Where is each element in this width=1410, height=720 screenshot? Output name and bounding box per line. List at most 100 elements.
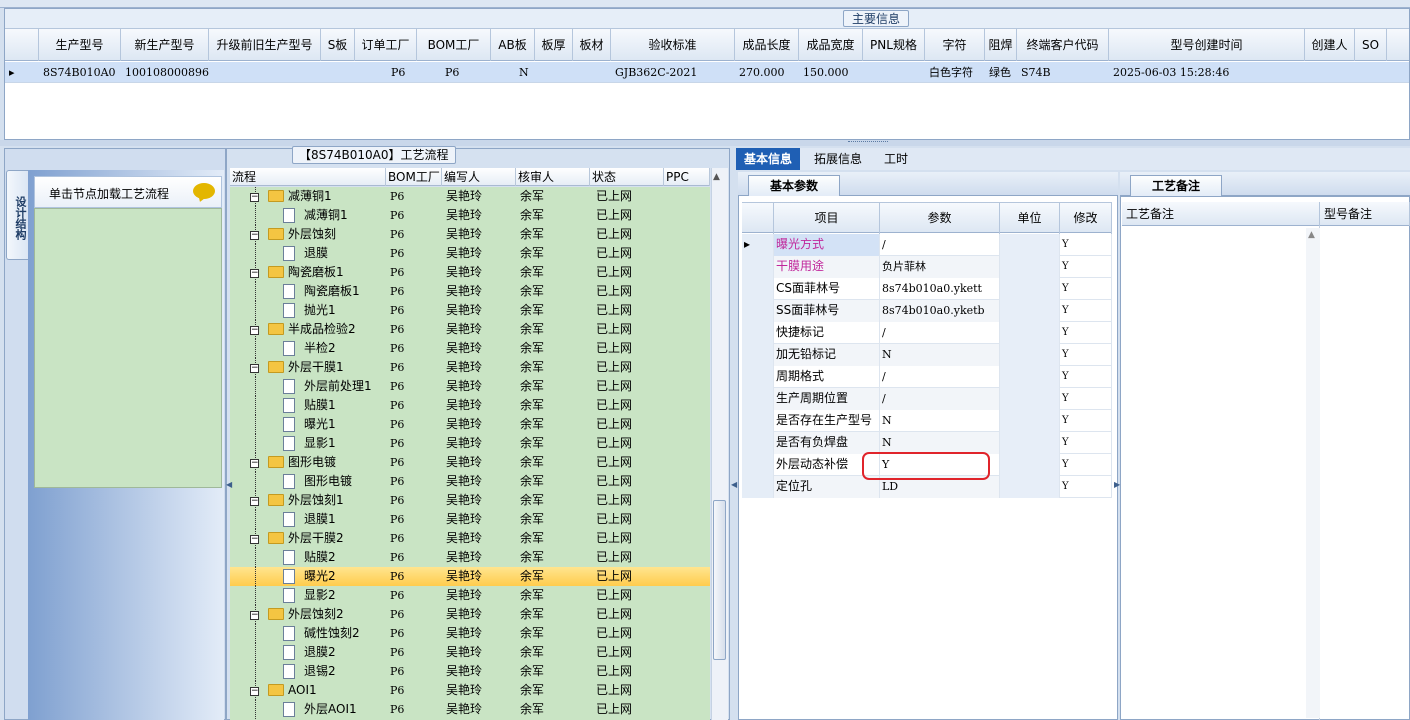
main-info-cell[interactable]	[321, 62, 355, 83]
main-info-cell[interactable]: N	[491, 62, 535, 83]
param-unit-cell[interactable]	[1000, 344, 1060, 366]
tab-hours[interactable]: 工时	[876, 148, 916, 170]
column-header[interactable]: BOM工厂	[417, 29, 491, 61]
collapse-icon[interactable]: −	[250, 497, 259, 506]
flow-row[interactable]: − 外层干膜1 P6 吴艳玲 余军 已上网	[230, 358, 710, 377]
collapse-left-icon[interactable]: ◀	[731, 480, 737, 489]
param-modify-cell[interactable]: Y	[1060, 476, 1112, 498]
param-unit-cell[interactable]	[1000, 476, 1060, 498]
flow-row[interactable]: − 减薄铜1 P6 吴艳玲 余军 已上网	[230, 187, 710, 206]
scroll-up-icon[interactable]: ▲	[713, 172, 720, 182]
collapse-icon[interactable]: −	[250, 535, 259, 544]
params-row[interactable]: 加无铅标记 N Y	[742, 344, 1112, 366]
column-header[interactable]: 型号创建时间	[1109, 29, 1305, 61]
flow-column-header[interactable]: PPC	[664, 168, 710, 186]
param-value-cell[interactable]: 8s74b010a0.ykett	[880, 278, 1000, 300]
param-value-cell[interactable]: /	[880, 234, 1000, 256]
params-row[interactable]: 周期格式 / Y	[742, 366, 1112, 388]
flow-row[interactable]: − 半成品检验2 P6 吴艳玲 余军 已上网	[230, 320, 710, 339]
tab-process-remarks[interactable]: 工艺备注	[1130, 175, 1222, 196]
param-unit-cell[interactable]	[1000, 388, 1060, 410]
remarks-scrollbar[interactable]	[1306, 228, 1320, 718]
column-header[interactable]: 阻焊	[985, 29, 1017, 61]
params-column-header[interactable]: 修改	[1060, 203, 1112, 234]
column-header[interactable]: PNL规格	[863, 29, 925, 61]
column-header[interactable]: 订单工厂	[355, 29, 417, 61]
params-row[interactable]: ▸ 曝光方式 / Y	[742, 234, 1112, 256]
params-row[interactable]: 干膜用途 负片菲林 Y	[742, 256, 1112, 278]
flow-row[interactable]: 退锡2 P6 吴艳玲 余军 已上网	[230, 662, 710, 681]
collapse-icon[interactable]: −	[250, 326, 259, 335]
process-remarks-field[interactable]	[1122, 226, 1320, 720]
param-modify-cell[interactable]: Y	[1060, 366, 1112, 388]
column-header[interactable]: 新生产型号	[121, 29, 209, 61]
param-value-cell[interactable]: N	[880, 410, 1000, 432]
design-structure-tree[interactable]	[34, 208, 222, 488]
params-column-header[interactable]: 项目	[774, 203, 880, 234]
collapse-left-icon[interactable]: ◀	[226, 480, 232, 489]
params-column-header[interactable]: 参数	[880, 203, 1000, 234]
flow-row[interactable]: − 外层蚀刻 P6 吴艳玲 余军 已上网	[230, 225, 710, 244]
column-header[interactable]: 字符	[925, 29, 985, 61]
param-unit-cell[interactable]	[1000, 256, 1060, 278]
param-unit-cell[interactable]	[1000, 300, 1060, 322]
column-header[interactable]: 创建人	[1305, 29, 1355, 61]
params-row[interactable]: 快捷标记 / Y	[742, 322, 1112, 344]
flow-row[interactable]: 贴膜2 P6 吴艳玲 余军 已上网	[230, 548, 710, 567]
main-info-cell[interactable]: 白色字符	[925, 62, 985, 83]
main-info-cell[interactable]	[209, 62, 321, 83]
collapse-icon[interactable]: −	[250, 611, 259, 620]
collapse-icon[interactable]: −	[250, 193, 259, 202]
main-info-row[interactable]: ▸8S74B010A010010800089668P6P6NGJB362C-20…	[5, 62, 1409, 83]
main-info-cell[interactable]: 绿色	[985, 62, 1017, 83]
flow-row[interactable]: 陶瓷磨板1 P6 吴艳玲 余军 已上网	[230, 282, 710, 301]
param-value-cell[interactable]: /	[880, 366, 1000, 388]
param-value-cell[interactable]: /	[880, 322, 1000, 344]
flow-row[interactable]: 外层AOI1 P6 吴艳玲 余军 已上网	[230, 700, 710, 719]
main-info-cell[interactable]: 270.000	[735, 62, 799, 83]
collapse-icon[interactable]: −	[250, 459, 259, 468]
main-info-cell[interactable]	[573, 62, 611, 83]
flow-row[interactable]: 退膜2 P6 吴艳玲 余军 已上网	[230, 643, 710, 662]
flow-column-header[interactable]: 流程	[230, 168, 386, 186]
process-flow-tree[interactable]: − 减薄铜1 P6 吴艳玲 余军 已上网 减薄铜1 P6 吴艳玲 余军 已上网 − 外层蚀刻 P6 吴艳玲余…	[230, 187, 710, 720]
main-info-cell[interactable]: 8S74B010A0	[39, 62, 121, 83]
flow-row[interactable]: 碱性蚀刻2 P6 吴艳玲 余军 已上网	[230, 624, 710, 643]
collapse-icon[interactable]: −	[250, 364, 259, 373]
horizontal-splitter[interactable]	[0, 140, 1410, 146]
param-unit-cell[interactable]	[1000, 454, 1060, 476]
flow-column-header[interactable]: BOM工厂	[386, 168, 442, 186]
flow-row[interactable]: 曝光1 P6 吴艳玲 余军 已上网	[230, 415, 710, 434]
collapse-right-icon[interactable]: ▶	[1114, 480, 1120, 489]
param-modify-cell[interactable]: Y	[1060, 234, 1112, 256]
flow-row[interactable]: − 外层干膜2 P6 吴艳玲 余军 已上网	[230, 529, 710, 548]
params-row[interactable]: 生产周期位置 / Y	[742, 388, 1112, 410]
flow-row[interactable]: 图形电镀 P6 吴艳玲 余军 已上网	[230, 472, 710, 491]
flow-column-header[interactable]: 状态	[590, 168, 664, 186]
splitter-grip-icon[interactable]	[848, 141, 888, 144]
param-modify-cell[interactable]: Y	[1060, 410, 1112, 432]
flow-row[interactable]: 曝光2 P6 吴艳玲 余军 已上网	[230, 567, 710, 586]
main-info-cell[interactable]: S74B	[1017, 62, 1109, 83]
param-unit-cell[interactable]	[1000, 322, 1060, 344]
flow-row[interactable]: 显影1 P6 吴艳玲 余军 已上网	[230, 434, 710, 453]
main-info-cell[interactable]: 150.000	[799, 62, 863, 83]
param-modify-cell[interactable]: Y	[1060, 432, 1112, 454]
main-info-cell[interactable]: P6	[355, 62, 417, 83]
column-header[interactable]: 成品长度	[735, 29, 799, 61]
column-header[interactable]: SO	[1355, 29, 1387, 61]
tab-extended-info[interactable]: 拓展信息	[806, 148, 870, 170]
collapse-icon[interactable]: −	[250, 687, 259, 696]
param-value-cell[interactable]: /	[880, 388, 1000, 410]
remarks-column-header[interactable]: 工艺备注	[1122, 202, 1320, 226]
main-info-cell[interactable]: 2025-06-03 15:28:46	[1109, 62, 1305, 83]
param-value-cell[interactable]: N	[880, 344, 1000, 366]
scroll-up-icon[interactable]: ▲	[1308, 230, 1315, 240]
param-modify-cell[interactable]: Y	[1060, 278, 1112, 300]
params-row[interactable]: CS面菲林号 8s74b010a0.ykett Y	[742, 278, 1112, 300]
param-value-cell[interactable]: N	[880, 432, 1000, 454]
params-row[interactable]: 是否存在生产型号 N Y	[742, 410, 1112, 432]
collapse-icon[interactable]: −	[250, 231, 259, 240]
flow-row[interactable]: 退膜1 P6 吴艳玲 余军 已上网	[230, 510, 710, 529]
flow-row[interactable]: 贴膜1 P6 吴艳玲 余军 已上网	[230, 396, 710, 415]
